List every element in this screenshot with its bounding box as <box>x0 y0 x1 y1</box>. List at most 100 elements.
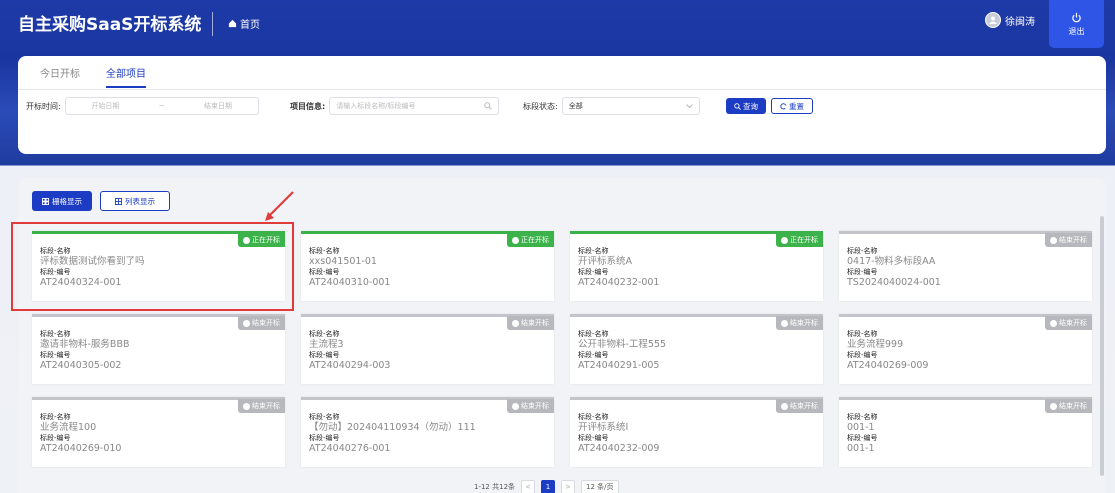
status-badge-label: 结束开标 <box>790 319 818 327</box>
status-badge: 结束开标 <box>507 316 554 330</box>
minus-circle-icon <box>1050 236 1057 244</box>
project-card[interactable]: 结束开标标段-名称 开评标系统I 标段-编号 AT24040232-009 <box>570 397 823 467</box>
project-card[interactable]: 结束开标标段-名称 【勿动】202404110934（勿动）111 标段-编号 AT2… <box>301 397 554 467</box>
minus-circle-icon <box>243 319 250 327</box>
range-separator: ~ <box>158 102 165 110</box>
code-label: 标段-编号 <box>578 434 609 442</box>
minus-circle-icon <box>781 319 788 327</box>
code-label: 标段-编号 <box>309 351 340 359</box>
card-body: 标段-名称 0417-物料多标段AA 标段-编号 TS2024040024-001 <box>847 246 941 288</box>
list-view-label: 列表显示 <box>125 196 155 206</box>
name-label: 标段-名称 <box>578 413 609 421</box>
next-page-button[interactable]: > <box>561 480 576 493</box>
project-search-input[interactable]: 请输入标段名称/标段编号 <box>329 97 500 115</box>
name-label: 标段-名称 <box>309 330 340 338</box>
minus-circle-icon <box>243 402 250 410</box>
project-card[interactable]: 结束开标 标段-名称 业务流程100 标段-编号 AT24040269-010 <box>32 397 285 467</box>
status-badge-label: 结束开标 <box>252 319 280 327</box>
project-card[interactable]: 正在开标 标段-名称 开评标系统A 标段-编号 AT24040232-001 <box>570 231 823 301</box>
code-label: 标段-编号 <box>40 351 71 359</box>
section-name: 【勿动】202404110934（勿动）111 <box>309 422 476 433</box>
logout-button[interactable]: 退出 <box>1049 0 1104 48</box>
section-name: 业务流程999 <box>847 339 904 350</box>
status-badge: 结束开标 <box>776 399 823 413</box>
status-badge-label: 结束开标 <box>521 319 549 327</box>
reset-label: 重置 <box>789 101 804 111</box>
status-badge: 结束开标 <box>1045 233 1092 247</box>
grid-icon <box>42 197 49 205</box>
highlight-box <box>11 222 294 311</box>
status-select[interactable]: 全部 <box>561 97 700 115</box>
minus-circle-icon <box>781 402 788 410</box>
list-icon <box>115 197 122 205</box>
annotation-arrow-icon <box>265 191 294 221</box>
section-name: 公开非物料-工程555 <box>578 339 667 350</box>
user-menu[interactable]: 徐闽涛 <box>985 12 1035 28</box>
card-body: 标段-名称 开评标系统A 标段-编号 AT24040232-001 <box>578 246 659 288</box>
code-label: 标段-编号 <box>847 351 878 359</box>
filter-project-row: 项目信息: 请输入标段名称/标段编号 <box>290 97 500 115</box>
status-badge: 结束开标 <box>507 399 554 413</box>
code-label: 标段-编号 <box>578 268 609 276</box>
end-date-input[interactable]: 结束日期 <box>204 101 232 111</box>
section-code: AT24040294-003 <box>309 360 391 371</box>
search-icon <box>734 102 741 110</box>
reset-button[interactable]: 重置 <box>771 98 813 114</box>
time-label: 开标时间: <box>26 101 61 111</box>
filter-status-row: 标段状态: 全部 <box>523 97 700 115</box>
tab-today[interactable]: 今日开标 <box>40 65 80 88</box>
section-code: AT24040232-009 <box>578 443 660 454</box>
status-label: 标段状态: <box>523 101 558 111</box>
section-code: AT24040232-001 <box>578 277 660 288</box>
section-name: 开评标系统I <box>578 422 629 433</box>
section-code: AT24040269-010 <box>40 443 122 454</box>
page-number[interactable]: 1 <box>541 480 556 493</box>
section-name: xxs041501-01 <box>309 256 377 267</box>
section-code: TS2024040024-001 <box>847 277 941 288</box>
filter-panel: 今日开标 全部项目 开标时间: 开始日期 ~ 结束日期 项目信息: 请输入标段名… <box>18 56 1106 154</box>
header-divider <box>212 12 213 36</box>
code-label: 标段-编号 <box>847 268 878 276</box>
home-icon <box>228 19 237 28</box>
section-code: 001-1 <box>847 443 875 454</box>
scrollbar[interactable] <box>1100 216 1104 476</box>
query-label: 查询 <box>743 101 758 111</box>
section-code: AT24040276-001 <box>309 443 391 454</box>
home-label: 首页 <box>240 20 260 31</box>
status-badge: 结束开标 <box>1045 399 1092 413</box>
power-icon <box>1072 12 1081 22</box>
minus-circle-icon <box>1050 402 1057 410</box>
status-badge-label: 正在开标 <box>521 236 549 244</box>
start-date-input[interactable]: 开始日期 <box>91 101 119 111</box>
section-code: AT24040305-002 <box>40 360 122 371</box>
grid-view-button[interactable]: 栅格显示 <box>32 191 92 211</box>
search-icon <box>484 102 493 110</box>
code-label: 标段-编号 <box>40 434 71 442</box>
query-button[interactable]: 查询 <box>726 98 766 114</box>
tab-all-projects[interactable]: 全部项目 <box>106 65 146 88</box>
card-body: 标段-名称 公开非物料-工程555 标段-编号 AT24040291-005 <box>578 329 666 371</box>
card-body: 标段-名称 开评标系统I 标段-编号 AT24040232-009 <box>578 412 659 454</box>
refresh-icon <box>780 102 787 109</box>
project-card[interactable]: 结束开标 标段-名称 业务流程999 标段-编号 AT24040269-009 <box>839 314 1092 384</box>
card-body: 标段-名称 【勿动】202404110934（勿动）111 标段-编号 AT24040… <box>309 412 476 454</box>
project-card[interactable]: 结束开标 标段-名称 主流程3 标段-编号 AT24040294-003 <box>301 314 554 384</box>
section-code: AT24040291-005 <box>578 360 660 371</box>
project-search-placeholder: 请输入标段名称/标段编号 <box>336 102 416 110</box>
status-badge-label: 结束开标 <box>252 402 280 410</box>
pagination-summary: 1-12 共12条 <box>474 483 516 491</box>
project-card[interactable]: 结束开标标段-名称 0417-物料多标段AA 标段-编号 TS2024040024-0… <box>839 231 1092 301</box>
name-label: 标段-名称 <box>847 330 878 338</box>
project-label: 项目信息: <box>290 101 326 111</box>
name-label: 标段-名称 <box>40 330 71 338</box>
project-card[interactable]: 结束开标 标段-名称 001-1 标段-编号 001-1 <box>839 397 1092 467</box>
prev-page-button[interactable]: < <box>521 480 536 493</box>
project-card[interactable]: 结束开标标段-名称 公开非物料-工程555 标段-编号 AT24040291-005 <box>570 314 823 384</box>
user-icon <box>989 16 997 24</box>
home-link[interactable]: 首页 <box>228 16 260 31</box>
project-card[interactable]: 正在开标 标段-名称 xxs041501-01 标段-编号 AT24040310-001 <box>301 231 554 301</box>
project-card[interactable]: 结束开标 标段-名称 邀请非物料-服务BBB 标段-编号 AT24040305-002 <box>32 314 285 384</box>
date-range-picker[interactable]: 开始日期 ~ 结束日期 <box>64 97 259 115</box>
list-view-button[interactable]: 列表显示 <box>100 191 170 211</box>
page-size-select[interactable]: 12 条/页 <box>581 480 619 493</box>
